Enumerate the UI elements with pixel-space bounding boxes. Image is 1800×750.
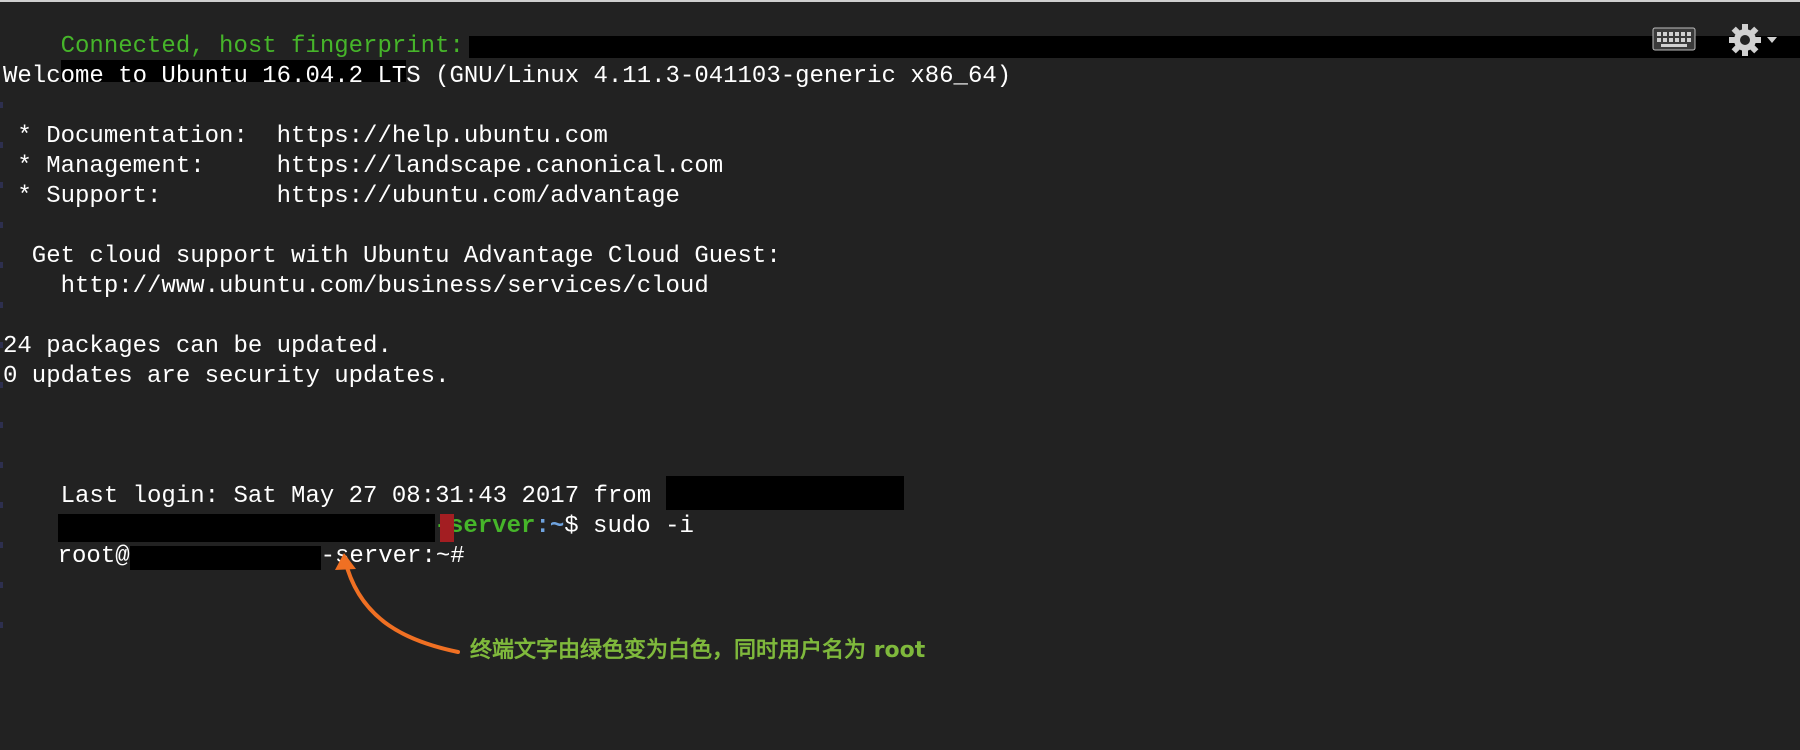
security-updates-line: 0 updates are security updates. <box>3 363 450 390</box>
user-prompt-line: -server:~$ sudo -i <box>0 482 694 542</box>
redacted-root-host <box>129 546 321 570</box>
settings-gear-icon[interactable] <box>1725 20 1781 60</box>
terminal-cursor <box>440 514 454 542</box>
fingerprint-continuation-line <box>3 30 406 82</box>
connected-line: Connected, host fingerprint: <box>3 2 1800 60</box>
support-line: * Support: https://ubuntu.com/advantage <box>3 183 680 210</box>
root-suffix: -server:~# <box>320 543 480 570</box>
last-login-line: Last login: Sat May 27 08:31:43 2017 fro… <box>3 452 904 510</box>
prompt-path: :~ <box>535 513 565 540</box>
welcome-line: Welcome to Ubuntu 16.04.2 LTS (GNU/Linux… <box>3 63 1012 90</box>
cloud-support-line: Get cloud support with Ubuntu Advantage … <box>3 243 781 270</box>
cloud-url-line: http://www.ubuntu.com/business/services/… <box>3 273 709 300</box>
management-line: * Management: https://landscape.canonica… <box>3 153 724 180</box>
annotation-label: 终端文字由绿色变为白色，同时用户名为 root <box>470 638 926 663</box>
documentation-line: * Documentation: https://help.ubuntu.com <box>3 123 608 150</box>
root-prefix: root@ <box>57 543 130 570</box>
root-prompt-line: root@ -server:~# <box>0 512 479 570</box>
redacted-fingerprint <box>468 36 1800 58</box>
prompt-command: $ sudo -i <box>564 513 694 540</box>
keyboard-icon[interactable] <box>1650 20 1698 56</box>
chevron-down-icon <box>1767 37 1777 43</box>
packages-line: 24 packages can be updated. <box>3 333 392 360</box>
redacted-ip <box>665 476 904 510</box>
